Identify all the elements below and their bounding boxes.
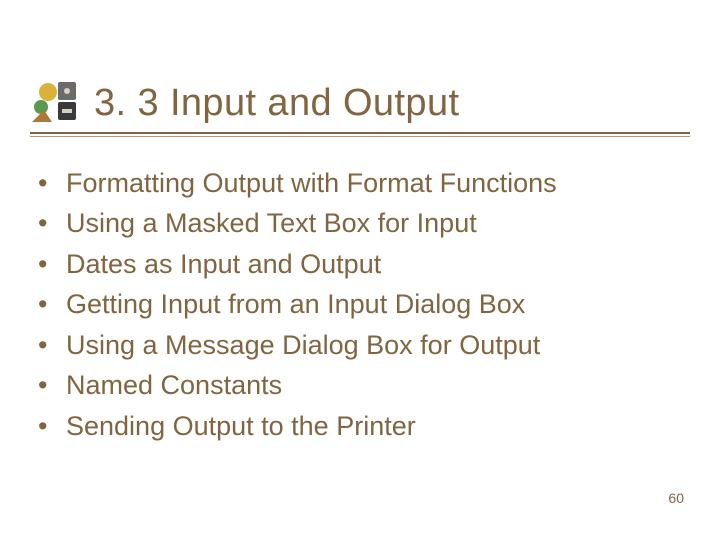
list-item: • Named Constants [36,367,690,403]
bullet-dot-icon: • [36,367,66,403]
slide-logo-icon [30,80,80,126]
list-item: • Using a Message Dialog Box for Output [36,327,690,363]
bullet-dot-icon: • [36,408,66,444]
slide-title: 3. 3 Input and Output [94,82,459,125]
list-item: • Getting Input from an Input Dialog Box [36,286,690,322]
list-item: • Using a Masked Text Box for Input [36,205,690,241]
page-number: 60 [668,490,684,506]
list-item: • Dates as Input and Output [36,246,690,282]
bullet-dot-icon: • [36,165,66,201]
list-item-text: Sending Output to the Printer [66,408,416,444]
list-item-text: Using a Message Dialog Box for Output [66,327,540,363]
title-underline-primary [30,132,690,134]
list-item-text: Dates as Input and Output [66,246,381,282]
list-item-text: Using a Masked Text Box for Input [66,205,477,241]
bullet-dot-icon: • [36,286,66,322]
list-item: • Sending Output to the Printer [36,408,690,444]
list-item-text: Formatting Output with Format Functions [66,165,557,201]
bullet-dot-icon: • [36,327,66,363]
header-row: 3. 3 Input and Output [30,80,690,126]
bullet-dot-icon: • [36,205,66,241]
slide: 3. 3 Input and Output • Formatting Outpu… [0,0,720,540]
list-item-text: Named Constants [66,367,282,403]
bullet-dot-icon: • [36,246,66,282]
list-item: • Formatting Output with Format Function… [36,165,690,201]
list-item-text: Getting Input from an Input Dialog Box [66,286,525,322]
bullet-list: • Formatting Output with Format Function… [30,165,690,444]
title-underline-secondary [30,136,690,137]
